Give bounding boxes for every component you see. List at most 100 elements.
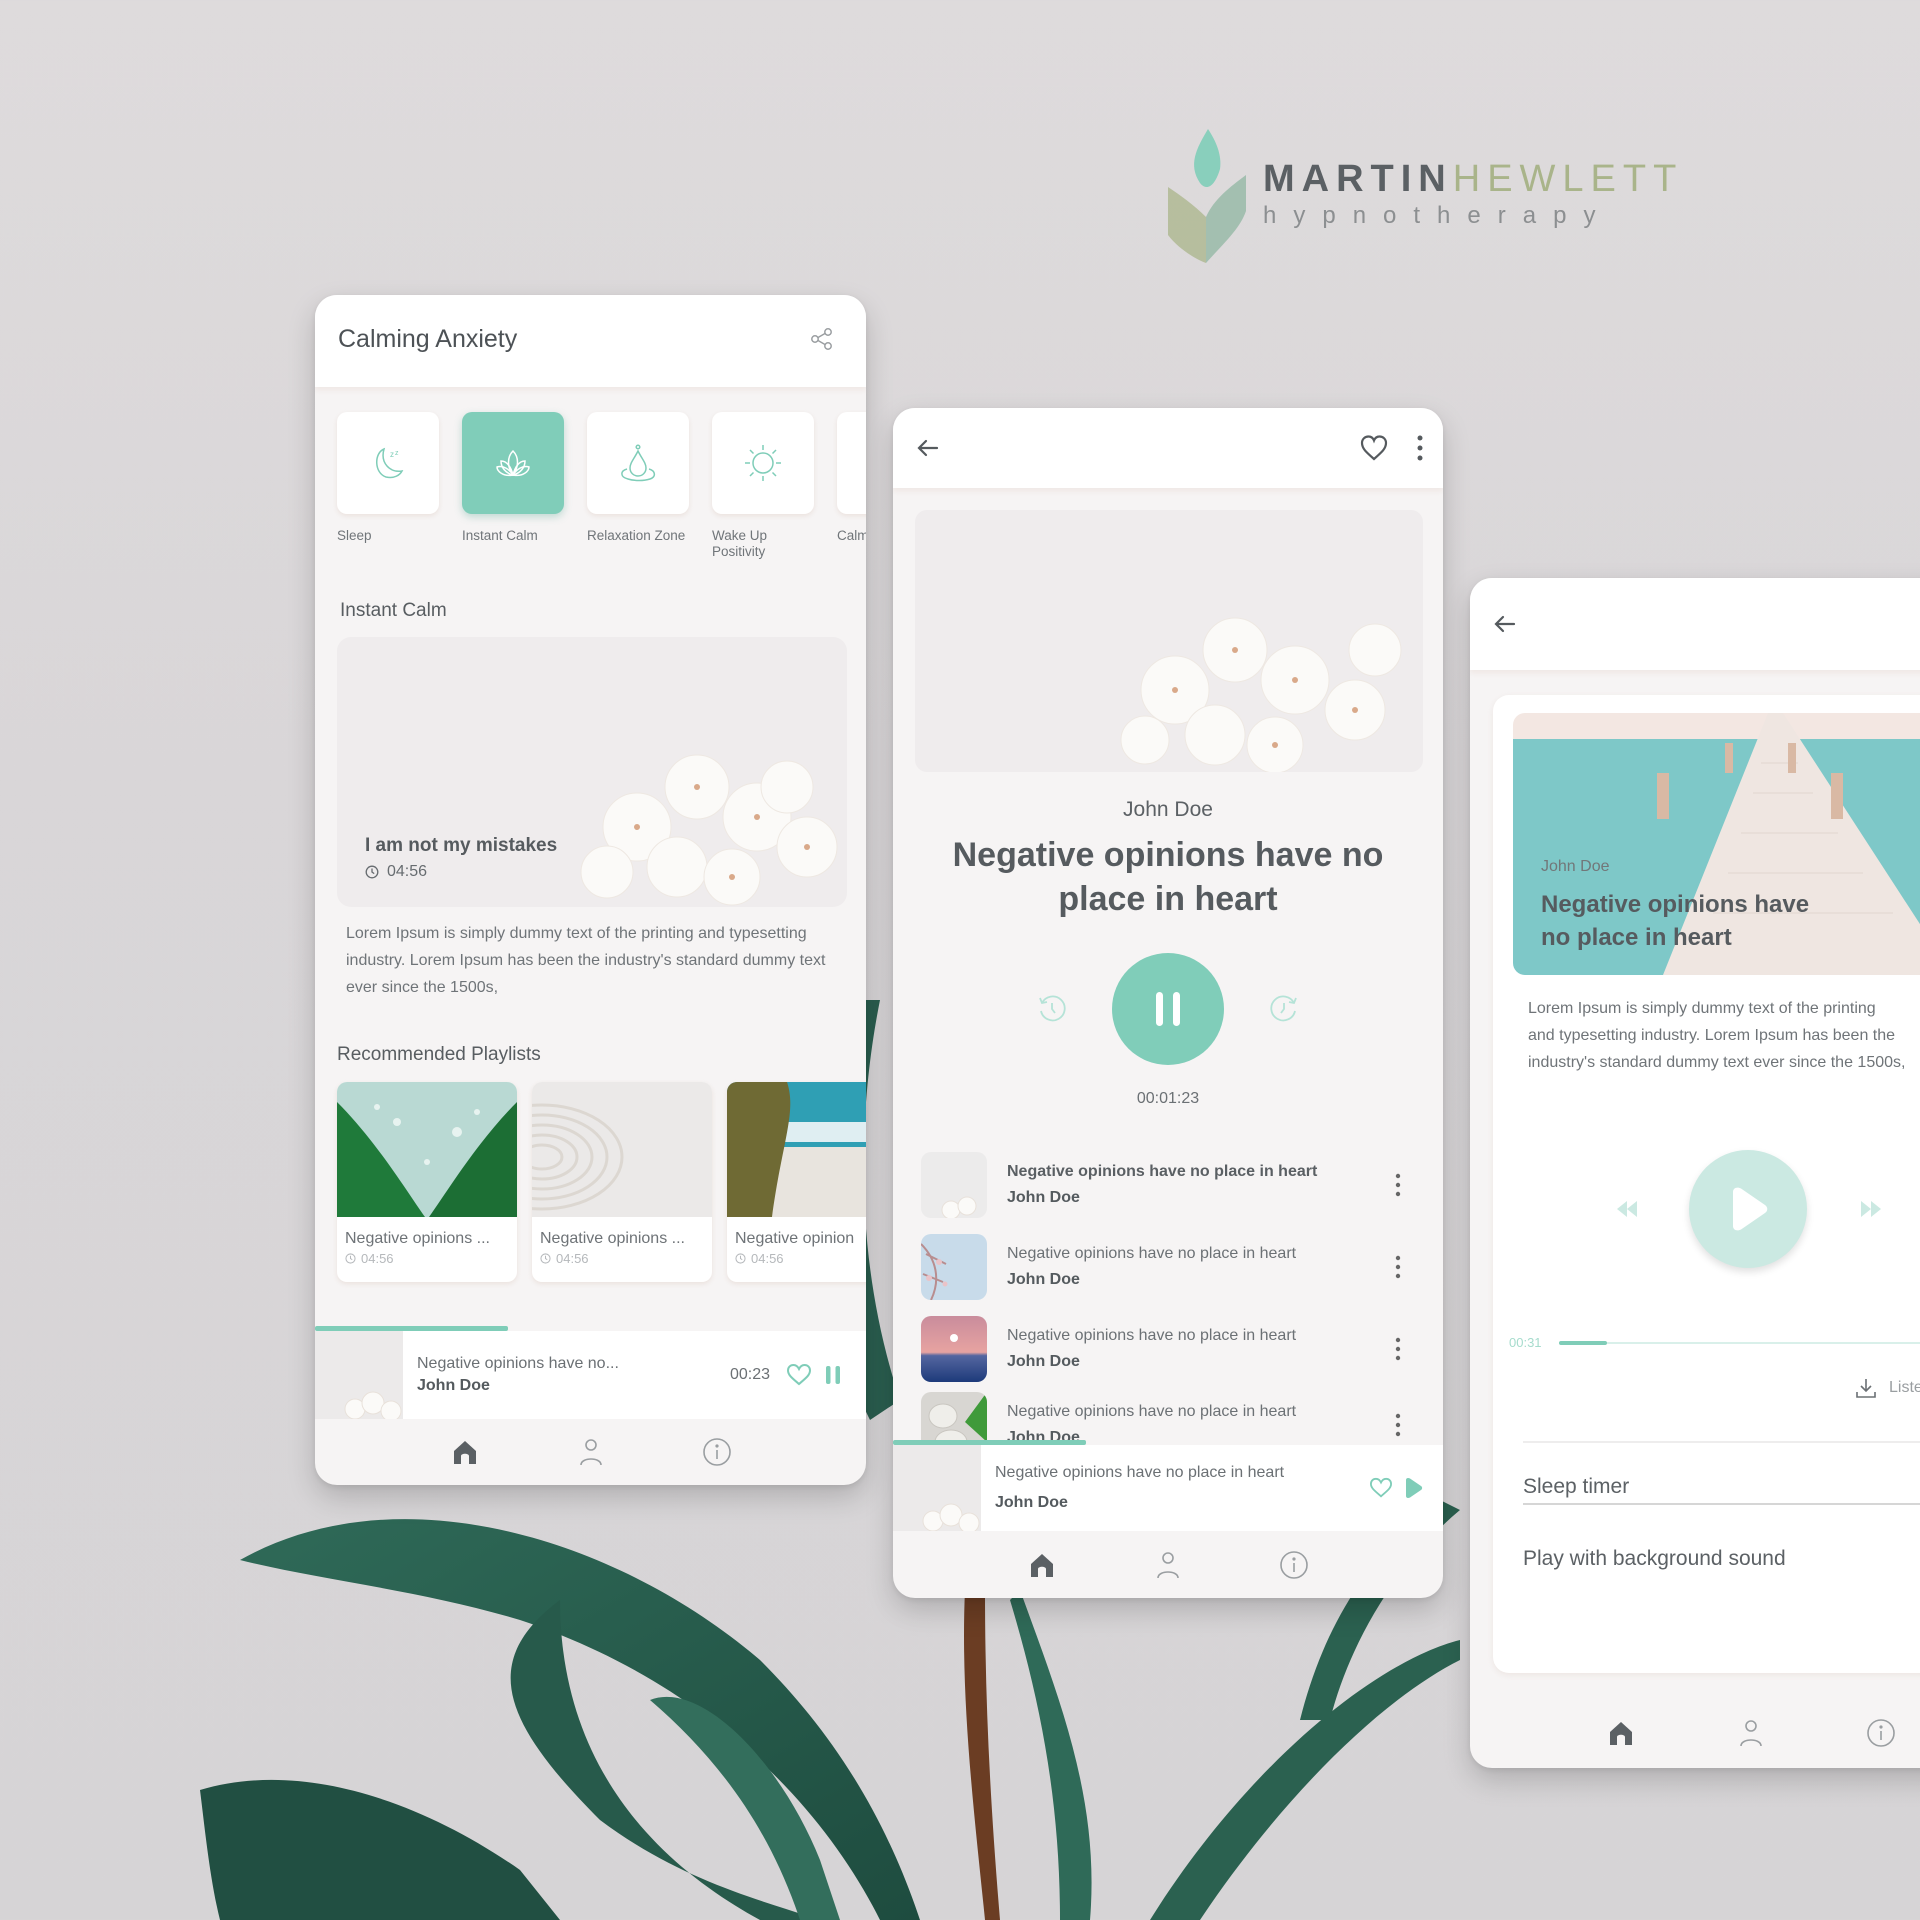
detail-screen: John Doe Negative opinions have no place … xyxy=(1470,578,1920,1768)
mini-player-title: Negative opinions have no... xyxy=(417,1355,619,1372)
mini-player[interactable]: Negative opinions have no... John Doe 00… xyxy=(315,1331,866,1419)
share-icon[interactable] xyxy=(808,325,836,353)
info-icon xyxy=(702,1438,731,1466)
seek-fill xyxy=(1559,1340,1607,1345)
nav-home[interactable] xyxy=(1026,1549,1058,1581)
brand-name-bold: MARTIN xyxy=(1263,158,1453,200)
featured-title: I am not my mistakes xyxy=(365,835,558,856)
category-relaxation-zone[interactable]: Relaxation Zone xyxy=(587,412,689,560)
mini-player-thumbnail xyxy=(315,1331,403,1419)
mini-player-title: Negative opinions have no place in heart xyxy=(995,1464,1285,1481)
seek-track[interactable] xyxy=(1559,1340,1920,1345)
playlist-title: Negative opinions ... xyxy=(345,1230,490,1247)
playlist-duration-text: 04:56 xyxy=(751,1251,784,1266)
skip-forward-icon[interactable] xyxy=(1859,1199,1883,1219)
nav-profile[interactable] xyxy=(575,1436,607,1468)
brand-logo: MARTINHEWLETT hypnotherapy xyxy=(1160,125,1683,265)
track-row[interactable]: Negative opinions have no place in heart… xyxy=(921,1144,1423,1226)
detail-artwork: John Doe Negative opinions have no place … xyxy=(1513,713,1920,975)
nav-info[interactable] xyxy=(701,1436,733,1468)
download-label: Listen offline xyxy=(1889,1379,1920,1396)
nav-profile[interactable] xyxy=(1152,1549,1184,1581)
track-row-artist: John Doe xyxy=(1007,1189,1080,1206)
nav-home[interactable] xyxy=(1605,1717,1637,1749)
heart-icon[interactable] xyxy=(786,1363,812,1387)
more-vertical-icon[interactable] xyxy=(1391,1334,1405,1364)
app-bar: Calming Anxiety xyxy=(315,295,866,387)
more-vertical-icon[interactable] xyxy=(1415,433,1425,463)
seek-bar[interactable]: 00:31 xyxy=(1509,1335,1920,1350)
track-row-artist: John Doe xyxy=(1007,1353,1080,1370)
mini-player[interactable]: Negative opinions have no place in heart… xyxy=(893,1445,1443,1531)
nav-home[interactable] xyxy=(449,1436,481,1468)
back-arrow-icon[interactable] xyxy=(915,435,941,461)
pause-icon[interactable] xyxy=(824,1364,842,1386)
more-vertical-icon[interactable] xyxy=(1391,1410,1405,1440)
playlist-duration-text: 04:56 xyxy=(556,1251,589,1266)
featured-description: Lorem Ipsum is simply dummy text of the … xyxy=(346,925,826,996)
svg-text:z: z xyxy=(395,450,399,457)
download-button[interactable]: Listen offline xyxy=(1855,1377,1920,1399)
bottom-navigation xyxy=(893,1531,1443,1598)
divider xyxy=(1523,1441,1920,1443)
background-sound-option[interactable]: Play with background sound xyxy=(1523,1547,1786,1571)
playlist-card[interactable]: Negative opinions ... 04:56 xyxy=(337,1082,517,1282)
seek-elapsed-time: 00:31 xyxy=(1509,1335,1542,1350)
playlist-card[interactable]: Negative opinions ... 04:56 xyxy=(532,1082,712,1282)
track-row-artist: John Doe xyxy=(1007,1271,1080,1288)
player-screen: John Doe Negative opinions have no place… xyxy=(893,408,1443,1598)
forward-icon[interactable] xyxy=(1269,994,1299,1024)
playlist-title: Negative opinions ... xyxy=(540,1230,685,1247)
playlist-duration: 04:56 xyxy=(532,1248,712,1269)
mini-player-time: 00:23 xyxy=(729,1366,770,1383)
pause-button[interactable] xyxy=(1112,953,1224,1065)
info-icon xyxy=(1280,1550,1308,1579)
stacked-stones-icon xyxy=(864,439,866,487)
track-thumbnail xyxy=(921,1316,987,1382)
description-line: and typesetting industry. Lorem Ipsum ha… xyxy=(1528,1027,1896,1044)
track-thumbnail xyxy=(921,1152,987,1218)
clock-icon xyxy=(365,865,379,879)
category-calm[interactable]: Calm xyxy=(837,412,866,560)
category-instant-calm[interactable]: Instant Calm xyxy=(462,412,564,560)
play-icon[interactable] xyxy=(1403,1477,1423,1499)
mini-player-artist: John Doe xyxy=(417,1377,490,1394)
track-title: Negative opinions have no place in heart xyxy=(952,836,1384,918)
playlist-card[interactable]: Negative opinion 04:56 xyxy=(727,1082,866,1282)
description-line: industry's standard dummy text ever sinc… xyxy=(1528,1054,1906,1071)
more-vertical-icon[interactable] xyxy=(1391,1252,1405,1282)
playback-controls xyxy=(893,953,1443,1065)
leaf-logo-icon xyxy=(1168,129,1246,263)
detail-card: John Doe Negative opinions have no place … xyxy=(1493,695,1920,1673)
app-bar xyxy=(893,408,1443,488)
track-artist: John Doe xyxy=(1123,798,1213,821)
heart-icon[interactable] xyxy=(1359,433,1389,463)
skip-back-icon[interactable] xyxy=(1615,1199,1639,1219)
mini-player-artist: John Doe xyxy=(995,1494,1068,1511)
featured-card[interactable]: I am not my mistakes 04:56 xyxy=(337,637,847,907)
svg-text:z: z xyxy=(390,450,394,459)
sleep-timer-field[interactable]: Sleep timer 15 min xyxy=(1523,1475,1920,1505)
track-row[interactable]: Negative opinions have no place in heart… xyxy=(921,1308,1423,1390)
detail-playback-controls xyxy=(1493,1150,1920,1268)
more-vertical-icon[interactable] xyxy=(1391,1170,1405,1200)
category-label: Wake Up Positivity xyxy=(712,528,768,559)
playlists-section-label: Recommended Playlists xyxy=(337,1044,541,1065)
rewind-icon[interactable] xyxy=(1037,994,1067,1024)
nav-info[interactable] xyxy=(1865,1717,1897,1749)
elapsed-time: 00:01:23 xyxy=(1136,1090,1200,1107)
category-sleep[interactable]: zz Sleep xyxy=(337,412,439,560)
back-arrow-icon[interactable] xyxy=(1492,611,1518,637)
home-icon xyxy=(453,1441,476,1464)
heart-icon[interactable] xyxy=(1369,1477,1393,1499)
play-button[interactable] xyxy=(1689,1150,1807,1268)
nav-profile[interactable] xyxy=(1735,1717,1767,1749)
play-icon xyxy=(1733,1187,1768,1231)
nav-info[interactable] xyxy=(1278,1549,1310,1581)
track-row[interactable]: Negative opinions have no place in heart… xyxy=(921,1226,1423,1308)
playlist-duration-text: 04:56 xyxy=(361,1251,394,1266)
category-label: Calm xyxy=(837,528,866,543)
category-wake-up-positivity[interactable]: Wake Up Positivity xyxy=(712,412,814,560)
category-label: Relaxation Zone xyxy=(587,528,686,543)
detail-artist: John Doe xyxy=(1541,858,1610,875)
